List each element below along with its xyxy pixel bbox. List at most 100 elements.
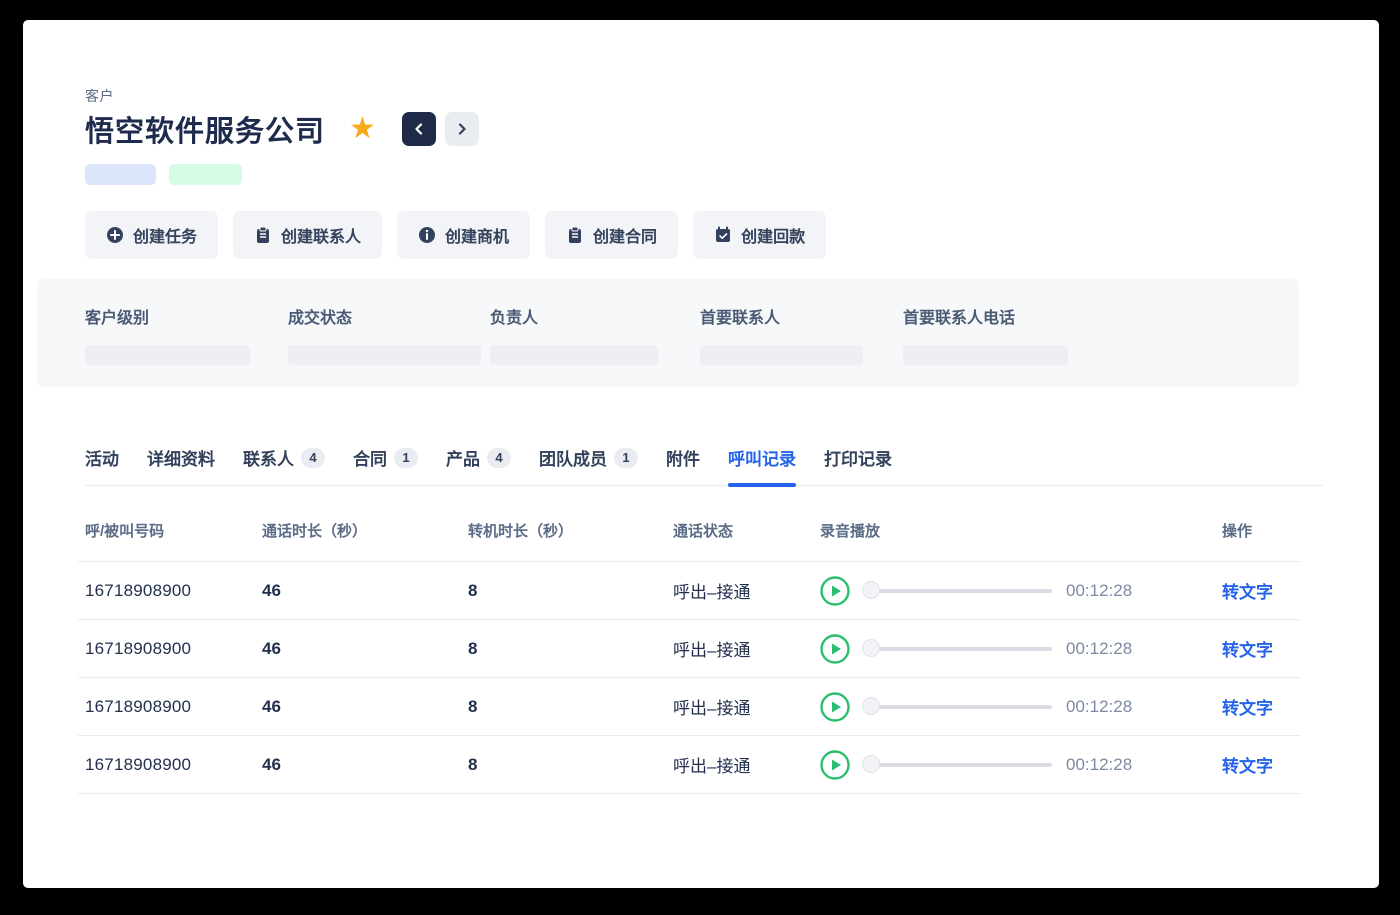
slider-track [872,763,1052,767]
slider-handle[interactable] [862,581,880,599]
seek-slider[interactable] [862,639,1052,659]
audio-player: 00:12:28 [820,750,1222,780]
actions-toolbar: 创建任务 创建联系人 创建商机 创建合同 创建回款 [85,211,1379,259]
slider-track [872,705,1052,709]
play-icon [820,750,850,780]
tab-call-records[interactable]: 呼叫记录 [728,445,796,485]
tab-label: 附件 [666,445,700,470]
to-text-link[interactable]: 转文字 [1222,699,1273,718]
tab-label: 详细资料 [147,445,215,470]
chevron-right-icon [456,123,468,135]
slider-handle[interactable] [862,639,880,657]
tab-label: 合同 [353,445,387,470]
tab-team-members[interactable]: 团队成员1 [539,445,638,485]
tab-label: 呼叫记录 [728,445,796,470]
tag-pill-blue [85,164,156,185]
action-label: 创建任务 [133,223,197,247]
recording-duration: 00:12:28 [1066,581,1132,601]
tab-details[interactable]: 详细资料 [147,445,215,485]
field-value-placeholder [85,345,250,365]
field-value-placeholder [490,345,658,365]
tab-print-records[interactable]: 打印记录 [824,445,892,485]
calendar-check-icon [714,226,732,244]
recording-duration: 00:12:28 [1066,755,1132,775]
field-label: 负责人 [490,304,700,328]
action-label: 创建联系人 [281,223,361,247]
call-number: 16718908900 [85,639,262,659]
call-status: 呼出–接通 [673,578,820,603]
page-header: 客户 悟空软件服务公司 ★ [23,20,1379,150]
detail-tabs: 活动 详细资料 联系人4 合同1 产品4 团队成员1 附件 呼叫记录 打印记录 [85,445,1323,486]
call-status: 呼出–接通 [673,694,820,719]
tab-activity[interactable]: 活动 [85,445,119,485]
customer-detail-panel: 客户 悟空软件服务公司 ★ [23,20,1379,888]
create-contract-button[interactable]: 创建合同 [545,211,678,259]
to-text-link[interactable]: 转文字 [1222,641,1273,660]
transfer-duration: 8 [468,755,673,775]
clipboard-icon [566,226,584,244]
info-circle-icon [418,226,436,244]
call-number: 16718908900 [85,697,262,717]
col-header-action: 操作 [1222,520,1302,541]
col-header-duration: 通话时长（秒） [262,520,468,541]
col-header-recording: 录音播放 [820,520,1222,541]
create-contact-button[interactable]: 创建联系人 [233,211,382,259]
field-owner: 负责人 [490,304,700,387]
create-opportunity-button[interactable]: 创建商机 [397,211,530,259]
plus-circle-icon [106,226,124,244]
play-button[interactable] [820,576,850,606]
field-value-placeholder [903,345,1068,365]
to-text-link[interactable]: 转文字 [1222,757,1273,776]
tab-contacts[interactable]: 联系人4 [243,445,325,485]
recording-duration: 00:12:28 [1066,697,1132,717]
tab-label: 联系人 [243,445,294,470]
play-button[interactable] [820,750,850,780]
call-status: 呼出–接通 [673,636,820,661]
tab-label: 活动 [85,445,119,470]
play-icon [820,634,850,664]
audio-player: 00:12:28 [820,692,1222,722]
field-label: 成交状态 [288,304,490,328]
call-number: 16718908900 [85,755,262,775]
create-payment-button[interactable]: 创建回款 [693,211,826,259]
slider-handle[interactable] [862,697,880,715]
prev-record-button[interactable] [402,112,436,146]
seek-slider[interactable] [862,581,1052,601]
col-header-transfer: 转机时长（秒） [468,520,673,541]
call-duration: 46 [262,697,468,717]
audio-player: 00:12:28 [820,576,1222,606]
seek-slider[interactable] [862,755,1052,775]
field-label: 客户级别 [85,304,288,328]
tag-row [85,164,1379,185]
field-label: 首要联系人电话 [903,304,1068,328]
page-title: 悟空软件服务公司 [85,108,325,150]
create-task-button[interactable]: 创建任务 [85,211,218,259]
action-label: 创建回款 [741,223,805,247]
call-duration: 46 [262,639,468,659]
to-text-link[interactable]: 转文字 [1222,583,1273,602]
play-icon [820,692,850,722]
transfer-duration: 8 [468,581,673,601]
play-button[interactable] [820,634,850,664]
call-log-table: 呼/被叫号码 通话时长（秒） 转机时长（秒） 通话状态 录音播放 操作 1671… [78,520,1300,794]
slider-handle[interactable] [862,755,880,773]
call-status: 呼出–接通 [673,752,820,777]
transfer-duration: 8 [468,639,673,659]
tab-contracts[interactable]: 合同1 [353,445,418,485]
tab-products[interactable]: 产品4 [446,445,511,485]
chevron-left-icon [413,123,425,135]
field-value-placeholder [288,345,481,365]
next-record-button[interactable] [445,112,479,146]
tag-pill-green [169,164,242,185]
tab-label: 团队成员 [539,445,607,470]
tab-attachments[interactable]: 附件 [666,445,700,485]
field-primary-contact-phone: 首要联系人电话 [903,304,1068,387]
action-label: 创建商机 [445,223,509,247]
field-customer-level: 客户级别 [85,304,288,387]
entity-type-label: 客户 [85,86,1379,106]
play-button[interactable] [820,692,850,722]
action-label: 创建合同 [593,223,657,247]
favorite-star-icon[interactable]: ★ [349,114,376,144]
seek-slider[interactable] [862,697,1052,717]
play-icon [820,576,850,606]
